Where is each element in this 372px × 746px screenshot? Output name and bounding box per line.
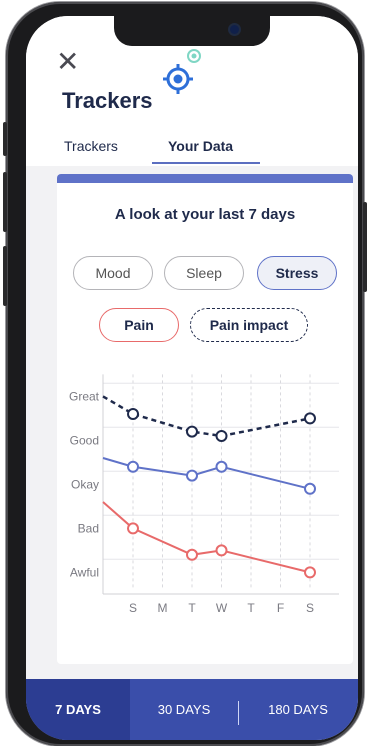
data-point-pain-impact xyxy=(304,412,316,425)
filter-stress-button[interactable]: Stress xyxy=(257,256,337,290)
data-point-pain xyxy=(186,548,198,561)
screen: ✕ Trackers Trackers Your Data A look at … xyxy=(26,16,358,740)
data-point-pain xyxy=(215,544,228,557)
y-tick-label: Great xyxy=(69,389,100,403)
data-point-pain-impact xyxy=(215,430,228,442)
notch xyxy=(114,16,270,46)
x-tick-label: S xyxy=(306,601,314,615)
range-7-days-button[interactable]: 7 DAYS xyxy=(26,679,130,740)
data-point-stress xyxy=(127,460,139,473)
range-tabs: 7 DAYS 30 DAYS 180 DAYS xyxy=(26,679,358,740)
filter-pain-button[interactable]: Pain xyxy=(99,308,179,342)
y-tick-label: Awful xyxy=(70,565,99,579)
series-line-pain xyxy=(102,501,311,574)
active-tab-indicator xyxy=(152,162,260,164)
x-tick-label: T xyxy=(247,601,255,615)
range-30-days-button[interactable]: 30 DAYS xyxy=(130,679,238,740)
data-card: A look at your last 7 days Mood Sleep St… xyxy=(57,174,353,664)
data-point-stress xyxy=(186,469,198,482)
filter-pain-impact-button[interactable]: Pain impact xyxy=(190,308,308,342)
range-180-days-button[interactable]: 180 DAYS xyxy=(238,679,358,740)
tracker-logo-icon xyxy=(163,49,201,94)
data-point-pain xyxy=(304,566,316,579)
y-tick-label: Bad xyxy=(78,521,99,535)
card-accent-bar xyxy=(57,174,353,183)
x-tick-label: W xyxy=(216,601,228,615)
tab-your-data[interactable]: Your Data xyxy=(168,138,233,154)
data-point-pain xyxy=(127,522,139,535)
side-button xyxy=(3,172,7,232)
side-button xyxy=(3,122,7,156)
y-tick-label: Okay xyxy=(71,477,99,491)
x-tick-label: F xyxy=(277,601,284,615)
tab-trackers[interactable]: Trackers xyxy=(64,138,118,154)
data-point-pain-impact xyxy=(127,408,139,420)
data-point-stress xyxy=(304,482,316,495)
side-button xyxy=(363,202,367,292)
x-tick-label: S xyxy=(129,601,137,615)
page-title: Trackers xyxy=(62,88,153,113)
trend-chart: Great Good Okay Bad Awful S M T W T F S xyxy=(69,374,339,615)
side-button xyxy=(3,246,7,306)
data-point-stress xyxy=(215,460,228,473)
camera-icon xyxy=(230,25,239,34)
phone-frame: ✕ Trackers Trackers Your Data A look at … xyxy=(3,2,367,746)
x-tick-label: T xyxy=(188,601,196,615)
card-title: A look at your last 7 days xyxy=(114,206,296,223)
close-icon[interactable]: ✕ xyxy=(56,48,79,76)
data-point-pain-impact xyxy=(186,425,198,438)
y-tick-label: Good xyxy=(70,433,99,447)
x-tick-label: M xyxy=(158,601,168,615)
filter-sleep-button[interactable]: Sleep xyxy=(164,256,244,290)
filter-mood-button[interactable]: Mood xyxy=(73,256,153,290)
